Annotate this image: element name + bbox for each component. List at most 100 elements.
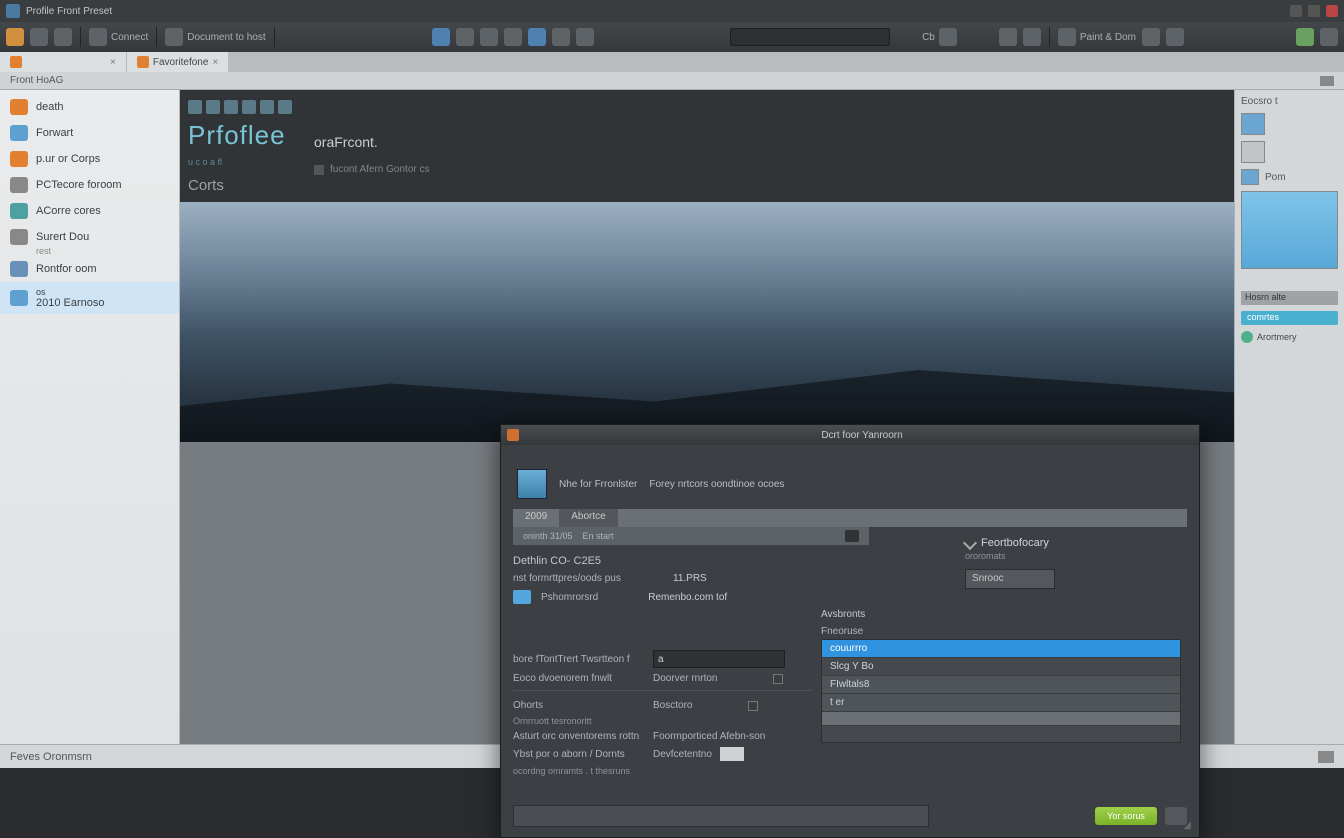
sidebar-item-3[interactable]: PCTecore foroom <box>0 172 179 198</box>
sidebar-item-label: Forwart <box>36 127 73 139</box>
window-icon <box>10 177 28 193</box>
view-icon-2[interactable] <box>456 28 474 46</box>
main-toolbar: Connect Document to host Cb Paint & Dom <box>0 22 1344 52</box>
subtoolbar-label: En start <box>583 531 614 541</box>
dropdown-icon[interactable] <box>845 530 859 542</box>
tool-group-2[interactable]: Document to host <box>165 28 265 46</box>
color-chip[interactable] <box>513 590 531 604</box>
panel-item[interactable]: Arortmery <box>1241 331 1338 343</box>
list-item[interactable]: t er <box>822 694 1180 712</box>
maximize-button[interactable] <box>1308 5 1320 17</box>
dialog-header-label-2: Forey nrtcors oondtinoe ocoes <box>649 479 784 490</box>
rightcol-sub: ororomats <box>965 551 1185 561</box>
dialog-right-column: Feortbofocary ororomats Snrooc <box>965 537 1185 589</box>
rightcol-input[interactable]: Snrooc <box>965 569 1055 589</box>
hero-mini-icon[interactable] <box>224 100 238 114</box>
row-label: nst formrttpres/oods pus <box>513 573 663 584</box>
page-icon <box>10 290 28 306</box>
hero-mini-icon[interactable] <box>188 100 202 114</box>
tool-icon-2[interactable] <box>54 28 72 46</box>
main-canvas: Prfoflee u c o a fl Corts oraFrcont. fuc… <box>180 90 1234 744</box>
list-item[interactable]: Slcg Y Bo <box>822 658 1180 676</box>
hero-mini-icon[interactable] <box>278 100 292 114</box>
person-icon <box>10 261 28 277</box>
tab-close-icon[interactable]: × <box>212 57 218 68</box>
dialog-tab-b[interactable]: Abortce <box>559 509 617 527</box>
mail-icon[interactable] <box>1023 28 1041 46</box>
sidebar-item-2[interactable]: p.ur or Corps <box>0 146 179 172</box>
hero-mini-icon[interactable] <box>260 100 274 114</box>
form-label: Eoco dvoenorem fnwlt <box>513 673 645 684</box>
globe-icon[interactable] <box>999 28 1017 46</box>
panel-pill[interactable]: comrtes <box>1241 311 1338 325</box>
list-heading: Fneoruse <box>821 626 1181 637</box>
tool-group-1[interactable]: Connect <box>89 28 148 46</box>
tool-right[interactable]: Paint & Dom <box>1058 28 1136 46</box>
text-input[interactable] <box>653 650 785 668</box>
hero-subtitle: u c o a fl <box>188 157 292 167</box>
view-icon-1[interactable] <box>432 28 450 46</box>
form-row: Asturt orc onventorems rottn Foormportic… <box>513 731 813 742</box>
hero-mini-icon[interactable] <box>206 100 220 114</box>
form-label: Ohorts <box>513 700 645 711</box>
window-titlebar: Profile Front Preset <box>0 0 1344 22</box>
toolbar-search[interactable] <box>730 28 890 46</box>
dialog-titlebar[interactable]: Dcrt foor Yanroorn <box>501 425 1199 445</box>
number-input[interactable] <box>720 747 744 761</box>
view-icon-6[interactable] <box>552 28 570 46</box>
checkbox[interactable] <box>773 674 783 684</box>
thumbnail[interactable] <box>1241 141 1265 163</box>
thumbnail[interactable] <box>1241 113 1265 135</box>
sidebar-item-1[interactable]: Forwart <box>0 120 179 146</box>
tab-close-icon[interactable]: × <box>110 57 116 68</box>
sidebar-item-6[interactable]: Rontfor oom <box>0 256 179 282</box>
ok-button[interactable]: Yor sorus <box>1095 807 1157 825</box>
form-label: Ybst por o aborn / Dornts <box>513 749 645 760</box>
minimize-button[interactable] <box>1290 5 1302 17</box>
tool-label: Paint & Dom <box>1080 32 1136 43</box>
view-icon-5[interactable] <box>528 28 546 46</box>
hero-title: Prfoflee <box>188 120 292 151</box>
tab-icon <box>10 56 22 68</box>
right-panel: Eocsro t Pom Hosrn alte comrtes Arortmer… <box>1234 90 1344 744</box>
sidebar-item-4[interactable]: ACorre cores <box>0 198 179 224</box>
form-row: Ybst por o aborn / Dornts Devfcetentno <box>513 747 813 761</box>
view-icon-4[interactable] <box>504 28 522 46</box>
window-title: Profile Front Preset <box>26 6 112 17</box>
panel-row[interactable]: Pom <box>1241 169 1338 185</box>
footer-input[interactable] <box>513 805 929 827</box>
square-icon <box>314 165 324 175</box>
home-icon[interactable] <box>6 28 24 46</box>
hero-header: Prfoflee u c o a fl Corts oraFrcont. fuc… <box>180 90 1234 202</box>
lock-icon[interactable] <box>1142 28 1160 46</box>
list-item[interactable]: FIwltals8 <box>822 676 1180 694</box>
view-icon-3[interactable] <box>480 28 498 46</box>
hero-mini-icon[interactable] <box>242 100 256 114</box>
options-listbox[interactable]: couurrro Slcg Y Bo FIwltals8 t er <box>821 639 1181 743</box>
collapse-icon[interactable] <box>1320 76 1334 86</box>
view-icon-7[interactable] <box>576 28 594 46</box>
tab-2[interactable]: Favoritefone × <box>127 52 229 72</box>
form-label: Asturt orc onventorems rottn <box>513 731 645 742</box>
dialog-tab-fill <box>618 509 1187 527</box>
tool-icon-1[interactable] <box>30 28 48 46</box>
form-value: Foormporticed Afebn-son <box>653 731 765 742</box>
tool-cb[interactable]: Cb <box>922 28 957 46</box>
panel-section-head: Hosrn alte <box>1241 291 1338 305</box>
gear-icon[interactable] <box>1166 28 1184 46</box>
help-icon[interactable] <box>1320 28 1338 46</box>
resize-grip-icon[interactable]: ◢ <box>1183 820 1191 831</box>
dialog-tab-a[interactable]: 2009 <box>513 509 559 527</box>
list-item[interactable]: couurrro <box>822 640 1180 658</box>
leaf-icon <box>10 151 28 167</box>
form-value: Bosctoro <box>653 700 692 711</box>
checkbox[interactable] <box>748 701 758 711</box>
flag-icon[interactable] <box>1296 28 1314 46</box>
hero-subtitle-2: Corts <box>188 177 292 194</box>
close-button[interactable] <box>1326 5 1338 17</box>
sidebar-item-7[interactable]: os 2010 Earnoso <box>0 282 179 314</box>
sidebar-item-0[interactable]: death <box>0 94 179 120</box>
sidebar-item-label: death <box>36 101 64 113</box>
tab-1[interactable]: × <box>0 52 127 72</box>
preview-thumbnail[interactable] <box>1241 191 1338 269</box>
